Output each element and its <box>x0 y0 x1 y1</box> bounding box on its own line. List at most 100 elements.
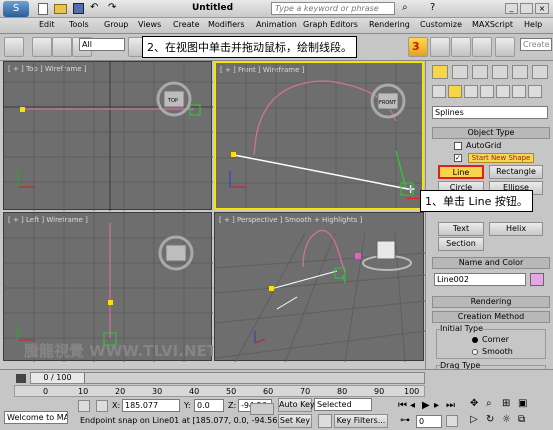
viewport-top[interactable]: [ + ] Top ] Wireframe ] TOP <box>3 61 213 211</box>
maxscript-listener[interactable]: Welcome to MAX! <box>4 411 68 424</box>
selection-lock-icon[interactable] <box>78 400 90 412</box>
keyframe-icon[interactable] <box>16 374 26 383</box>
start-new-shape-button[interactable]: Start New Shape <box>468 153 534 163</box>
save-icon[interactable] <box>73 3 84 14</box>
creation-method-rollout[interactable]: Creation Method <box>432 311 550 323</box>
key-selection-dropdown[interactable]: Selected <box>314 398 372 411</box>
menu-views[interactable]: Views <box>138 20 161 29</box>
named-selection-field[interactable]: Create <box>520 38 552 51</box>
maximize-viewport-icon[interactable]: ⧉ <box>518 414 525 425</box>
geometry-category-icon[interactable] <box>432 85 446 98</box>
maximize-button[interactable] <box>520 3 533 14</box>
menu-animation[interactable]: Animation <box>256 20 297 29</box>
link-icon[interactable] <box>32 37 52 57</box>
next-frame-icon[interactable]: ▸ <box>434 400 439 411</box>
shapes-category-icon[interactable] <box>448 85 462 98</box>
helpers-category-icon[interactable] <box>496 85 510 98</box>
help-icon[interactable]: ? <box>430 2 435 13</box>
x-coord-field[interactable]: 185.077 <box>122 399 180 412</box>
lights-category-icon[interactable] <box>464 85 478 98</box>
go-to-start-icon[interactable]: ⏮ <box>398 400 407 411</box>
zoom-icon[interactable]: ⌕ <box>486 398 492 409</box>
viewport-left[interactable]: [ + ] Left ] Wireframe ] 騰龍視覺 WWW.TLVI.N… <box>3 212 213 362</box>
object-color-swatch[interactable] <box>530 273 544 286</box>
zoom-all-icon[interactable]: ⊞ <box>502 398 510 409</box>
text-button[interactable]: Text <box>438 222 484 236</box>
play-icon[interactable]: ▶ <box>422 400 430 411</box>
y-coord-field[interactable]: 0.0 <box>194 399 224 412</box>
menu-edit[interactable]: Edit <box>39 20 55 29</box>
helix-button[interactable]: Helix <box>489 222 543 236</box>
hierarchy-tab-icon[interactable] <box>472 65 488 79</box>
key-filters-button[interactable]: Key Filters... <box>334 414 388 428</box>
pan-icon[interactable]: ✥ <box>470 398 478 409</box>
redo-icon[interactable]: ↷ <box>108 2 116 13</box>
walk-through-icon[interactable]: ☼ <box>502 414 511 425</box>
key-mode-icon[interactable] <box>250 403 274 415</box>
section-button[interactable]: Section <box>438 237 484 251</box>
spacewarps-category-icon[interactable] <box>512 85 526 98</box>
menu-help[interactable]: Help <box>524 20 542 29</box>
name-and-color-rollout[interactable]: Name and Color <box>432 257 550 269</box>
auto-key-button[interactable]: Auto Key <box>278 398 315 412</box>
menu-create[interactable]: Create <box>173 20 200 29</box>
display-tab-icon[interactable] <box>512 65 528 79</box>
track-bar[interactable]: 0 10 20 30 40 50 60 70 80 90 100 <box>14 385 425 397</box>
rendering-rollout[interactable]: Rendering <box>432 296 550 308</box>
field-of-view-icon[interactable]: ▷ <box>470 414 478 425</box>
current-frame-field[interactable]: 0 <box>416 415 442 428</box>
start-new-shape-checkbox[interactable]: ✓ <box>454 154 462 162</box>
viewport-front[interactable]: [ + ] Front ] Wireframe ] FRONT ✛ <box>214 61 424 210</box>
set-key-button[interactable]: Set Key <box>278 414 312 428</box>
menu-modifiers[interactable]: Modifiers <box>208 20 245 29</box>
new-file-icon[interactable] <box>38 3 48 15</box>
search-icon[interactable]: ⌕ <box>402 2 408 13</box>
search-input[interactable]: Type a keyword or phrase <box>271 2 395 15</box>
absolute-mode-icon[interactable] <box>96 400 108 412</box>
create-tab-icon[interactable] <box>432 65 448 79</box>
mirror-icon[interactable] <box>495 37 515 57</box>
spinner-snap-icon[interactable] <box>472 37 492 57</box>
cameras-category-icon[interactable] <box>480 85 494 98</box>
set-key-icon[interactable] <box>318 414 332 428</box>
autogrid-checkbox[interactable] <box>454 142 462 150</box>
menu-graph-editors[interactable]: Graph Editors <box>303 20 358 29</box>
time-config-icon[interactable] <box>446 415 458 427</box>
menu-group[interactable]: Group <box>104 20 128 29</box>
systems-category-icon[interactable] <box>528 85 542 98</box>
category-dropdown[interactable]: Splines <box>432 106 548 119</box>
time-slider[interactable]: 0 / 100 <box>30 372 425 384</box>
object-type-rollout[interactable]: Object Type <box>432 127 550 139</box>
unlink-icon[interactable] <box>52 37 72 57</box>
key-mode-toggle-icon[interactable]: ⊶ <box>400 415 410 426</box>
document-title: Untitled <box>192 3 234 13</box>
menu-rendering[interactable]: Rendering <box>369 20 410 29</box>
line-button[interactable]: Line <box>438 165 484 179</box>
undo-icon[interactable]: ↶ <box>90 2 98 13</box>
zoom-extents-icon[interactable]: ▣ <box>518 398 527 409</box>
rectangle-button[interactable]: Rectangle <box>489 165 543 179</box>
modify-tab-icon[interactable] <box>452 65 468 79</box>
utilities-tab-icon[interactable] <box>532 65 548 79</box>
motion-tab-icon[interactable] <box>492 65 508 79</box>
undo-arrow-icon[interactable] <box>4 37 24 57</box>
menu-customize[interactable]: Customize <box>420 20 462 29</box>
go-to-end-icon[interactable]: ⏭ <box>446 400 455 411</box>
menu-tools[interactable]: Tools <box>69 20 89 29</box>
percent-snap-icon[interactable] <box>451 37 471 57</box>
initial-smooth-radio[interactable] <box>472 349 478 355</box>
orbit-icon[interactable]: ↻ <box>486 414 494 425</box>
close-button[interactable]: × <box>535 3 549 14</box>
minimize-button[interactable]: _ <box>505 3 518 14</box>
object-name-field[interactable]: Line002 <box>434 273 526 286</box>
selection-filter-select[interactable]: All <box>79 38 125 51</box>
menu-maxscript[interactable]: MAXScript <box>472 20 513 29</box>
time-slider-thumb[interactable]: 0 / 100 <box>31 373 85 383</box>
angle-snap-icon[interactable] <box>430 37 450 57</box>
initial-corner-radio[interactable] <box>472 337 478 343</box>
viewport-perspective[interactable]: [ + ] Perspective ] Smooth + Highlights … <box>214 212 425 362</box>
app-logo-icon[interactable]: S <box>3 1 29 17</box>
previous-frame-icon[interactable]: ◂ <box>410 400 415 411</box>
snap-toggle-icon[interactable]: 3 <box>408 37 428 57</box>
open-folder-icon[interactable] <box>54 4 67 14</box>
